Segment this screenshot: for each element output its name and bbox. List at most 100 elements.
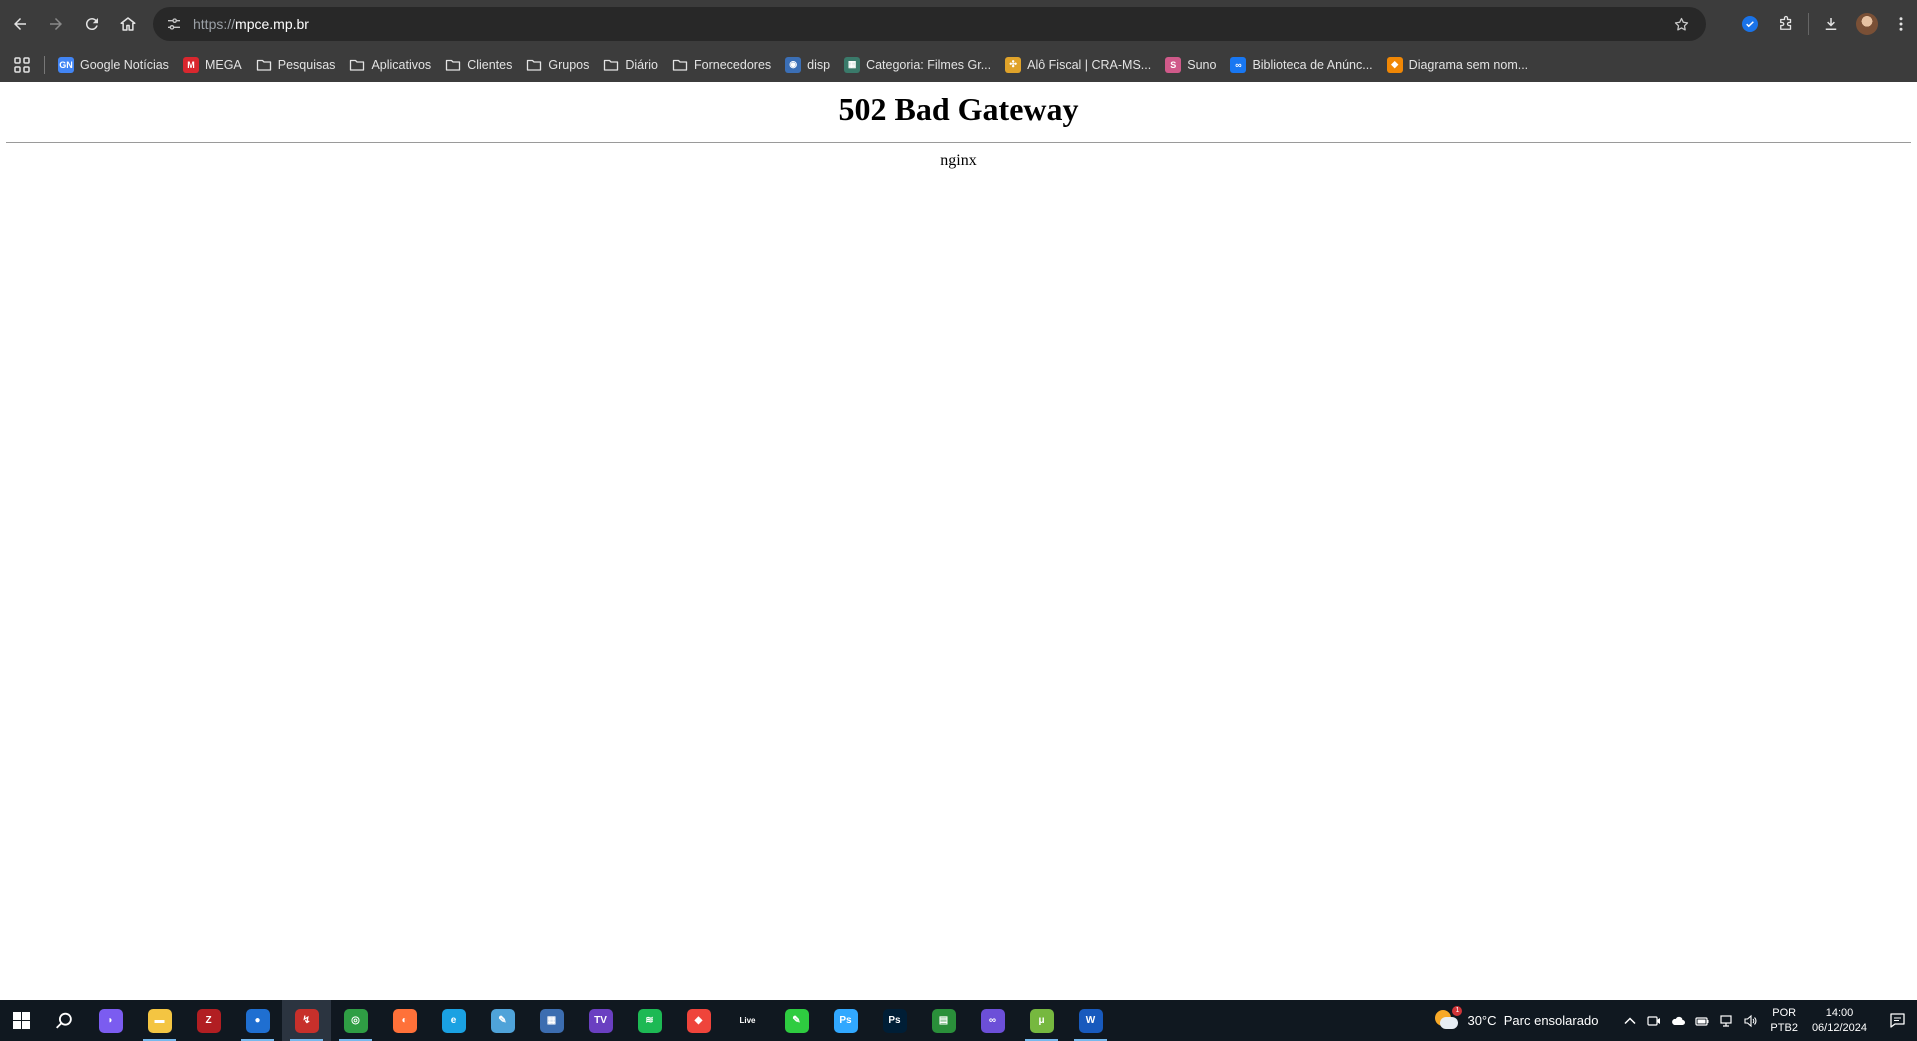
bookmark-item[interactable]: Clientes	[438, 51, 519, 79]
taskbar-app[interactable]: ◆	[674, 1000, 723, 1041]
bookmark-label: disp	[807, 57, 831, 72]
bookmark-item[interactable]: Grupos	[519, 51, 596, 79]
bookmark-label: Fornecedores	[694, 57, 772, 72]
folder-icon	[445, 57, 461, 73]
taskbar-app[interactable]: Ps	[870, 1000, 919, 1041]
bookmark-item[interactable]: ∞ Biblioteca de Anúnc...	[1223, 51, 1379, 79]
menu-button[interactable]	[1885, 6, 1917, 42]
url-scheme: https://	[193, 16, 236, 32]
input-language-indicator[interactable]: POR PTB2	[1770, 1006, 1798, 1036]
home-button[interactable]	[110, 6, 146, 42]
taskbar-app[interactable]: Ps	[821, 1000, 870, 1041]
onedrive-button[interactable]	[1666, 1000, 1690, 1041]
bookmark-label: Grupos	[548, 57, 590, 72]
downloads-button[interactable]	[1813, 6, 1849, 42]
copilot-icon: ◗	[98, 1008, 123, 1033]
filezilla-icon: Z	[196, 1008, 221, 1033]
address-bar[interactable]: https://mpce.mp.br	[153, 7, 1706, 41]
taskbar-app[interactable]: ∞	[968, 1000, 1017, 1041]
back-arrow-icon	[14, 17, 26, 30]
chrome-icon: ◎	[343, 1008, 368, 1033]
bookmark-item[interactable]: ◉ disp	[778, 51, 837, 79]
bookmark-item[interactable]: ◆ Diagrama sem nom...	[1380, 51, 1535, 79]
bookmark-item[interactable]: ✣ Alô Fiscal | CRA-MS...	[998, 51, 1158, 79]
taskbar-app[interactable]: ◗	[86, 1000, 135, 1041]
taskbar-app[interactable]: ◐	[380, 1000, 429, 1041]
taskbar-app[interactable]: ≋	[625, 1000, 674, 1041]
forward-arrow-icon	[50, 17, 62, 30]
url-text[interactable]: https://mpce.mp.br	[193, 16, 309, 32]
bookmark-item[interactable]: Pesquisas	[249, 51, 343, 79]
bookmark-label: Diagrama sem nom...	[1408, 57, 1529, 72]
apps-button[interactable]	[8, 51, 36, 79]
file-explorer-icon: ▬	[147, 1008, 172, 1033]
taskbar-search-button[interactable]	[42, 1000, 86, 1041]
notepadpp-icon: ✎	[784, 1008, 809, 1033]
taskbar-app[interactable]: ▤	[919, 1000, 968, 1041]
bookmark-item[interactable]: M MEGA	[176, 51, 249, 79]
url-host: mpce.mp.br	[235, 16, 309, 32]
puzzle-icon	[1780, 15, 1792, 30]
clock-time: 14:00	[1825, 1006, 1854, 1019]
bookmark-label: Clientes	[467, 57, 513, 72]
download-icon	[1825, 18, 1837, 30]
bookmarks-separator	[44, 55, 45, 74]
meet-now-button[interactable]	[1642, 1000, 1666, 1041]
taskbar: ◗ ▬ Z ● ↯ ◎ ◐ e ✎ ▦ TV ≋ ◆ Live ✎ Ps Ps ▤ ∞ μ W 1 30°C Parc …	[0, 1000, 1917, 1041]
weather-widget[interactable]: 1 30°C Parc ensolarado	[1435, 1005, 1598, 1032]
bookmark-item[interactable]: ▦ Categoria: Filmes Gr...	[837, 51, 998, 79]
taskbar-app[interactable]: ▦	[527, 1000, 576, 1041]
taskbar-app[interactable]: ●	[233, 1000, 282, 1041]
taskbar-app[interactable]: Live	[723, 1000, 772, 1041]
wiki-icon: ▦	[844, 56, 861, 73]
taskbar-app[interactable]: μ	[1017, 1000, 1066, 1041]
language-code: POR	[1772, 1006, 1797, 1019]
chevron-up-icon	[1624, 1016, 1636, 1024]
extensions-button[interactable]	[1768, 6, 1804, 42]
taskbar-app[interactable]: W	[1066, 1000, 1115, 1041]
reload-button[interactable]	[74, 6, 110, 42]
suno-icon: S	[1165, 56, 1182, 73]
taskbar-app[interactable]: ↯	[282, 1000, 331, 1041]
network-button[interactable]	[1714, 1000, 1738, 1041]
bookmark-item[interactable]: Fornecedores	[665, 51, 778, 79]
taskbar-app[interactable]: TV	[576, 1000, 625, 1041]
back-button[interactable]	[2, 6, 38, 42]
taskbar-app[interactable]: ✎	[772, 1000, 821, 1041]
show-hidden-icons-button[interactable]	[1618, 1000, 1642, 1041]
page-title: 502 Bad Gateway	[838, 91, 1079, 127]
home-icon	[120, 16, 136, 31]
extension-button[interactable]	[1732, 6, 1768, 42]
taskbar-app[interactable]: e	[429, 1000, 478, 1041]
taskbar-app[interactable]: Z	[184, 1000, 233, 1041]
notification-center-button[interactable]	[1877, 1000, 1917, 1041]
notepad-icon: ✎	[490, 1008, 515, 1033]
bookmark-item[interactable]: Aplicativos	[342, 51, 438, 79]
cloud-icon	[1672, 1016, 1686, 1025]
bookmark-label: Categoria: Filmes Gr...	[866, 57, 992, 72]
volume-button[interactable]	[1738, 1000, 1762, 1041]
star-icon	[1674, 17, 1688, 31]
taskbar-app[interactable]: ▬	[135, 1000, 184, 1041]
clock-date: 06/12/2024	[1811, 1021, 1867, 1034]
bookmark-label: Pesquisas	[277, 57, 336, 72]
bookmark-label: Biblioteca de Anúnc...	[1252, 57, 1373, 72]
bookmark-item[interactable]: S Suno	[1158, 51, 1223, 79]
forward-button[interactable]	[38, 6, 74, 42]
battery-button[interactable]	[1690, 1000, 1714, 1041]
taskbar-app[interactable]: ◎	[331, 1000, 380, 1041]
camera-icon	[1647, 1015, 1661, 1026]
mega-icon: M	[182, 56, 199, 73]
google-news-icon: GN	[58, 56, 74, 73]
profile-button[interactable]	[1849, 6, 1885, 42]
bookmark-star-button[interactable]	[1668, 11, 1694, 37]
start-button[interactable]	[0, 1000, 42, 1041]
clock[interactable]: 14:00 06/12/2024	[1812, 1006, 1867, 1036]
bookmark-item[interactable]: Diário	[596, 51, 665, 79]
folder-icon	[526, 57, 542, 73]
firefox-icon: ◐	[392, 1008, 417, 1033]
toolbar-right	[1732, 5, 1917, 43]
taskbar-app[interactable]: ✎	[478, 1000, 527, 1041]
bookmark-item[interactable]: GN Google Notícias	[51, 51, 176, 79]
site-info-button[interactable]	[159, 9, 189, 39]
